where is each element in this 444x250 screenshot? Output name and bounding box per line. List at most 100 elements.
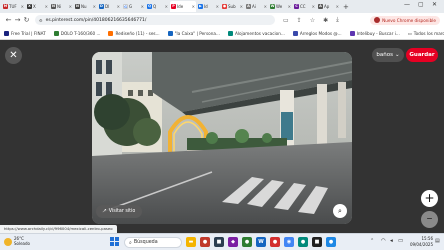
app-9-icon[interactable]: ■ [312,237,322,247]
taskbar-search[interactable]: ⌕ Búsqueda [124,237,182,248]
cast-icon[interactable]: ▭ [283,17,289,24]
app-5-icon[interactable]: W [256,237,266,247]
app-10-icon[interactable]: ● [326,237,336,247]
tab-favicon-icon: ▶ [198,4,203,9]
browser-tab[interactable]: Q Q ✕ [146,1,169,12]
weather-text: 26°C Soleado [14,236,30,246]
extensions-icon[interactable]: ✱ [323,17,328,24]
app-3-icon[interactable]: ◆ [228,237,238,247]
all-bookmarks-button[interactable]: ▭Todos los marcadores [408,31,444,36]
battery-icon[interactable]: ▭ [398,238,403,244]
bookmark-favicon-icon [227,30,233,36]
visit-site-button[interactable]: ↗ Visitar sitio [96,205,142,218]
bookmark-label: Arreglos Modos @... [299,30,342,36]
tab-favicon-icon: A [318,4,323,9]
close-tab-icon[interactable]: ✕ [312,4,315,9]
volume-icon[interactable]: ◂ [390,238,393,244]
app-4-icon[interactable]: ● [242,237,252,247]
browser-tab[interactable]: N Nu ✕ [74,1,97,12]
clock[interactable]: 15:56 09/04/2025 [405,236,433,247]
bookmark-favicon-icon [53,30,59,36]
browser-tab[interactable]: D Dl ✕ [98,1,121,12]
tab-favicon-icon: M [3,4,8,9]
close-tab-icon[interactable]: ✕ [141,4,144,9]
close-tab-icon[interactable]: ✕ [45,4,48,9]
back-button[interactable]: ← [4,16,13,24]
close-tab-icon[interactable]: ✕ [165,4,168,9]
bookmark-favicon-icon [167,30,173,36]
app-6-icon[interactable]: ● [270,237,280,247]
app-2-icon[interactable]: ■ [214,237,224,247]
bookmark-label: Alojamentos vacacion... [234,30,285,36]
reload-button[interactable]: ↻ [22,16,31,24]
tray-chevron-up-icon[interactable]: ⌃ [370,238,374,244]
browser-tab[interactable]: ● Sub ✕ [221,1,244,12]
zoom-out-button[interactable]: – [421,211,438,228]
tab-favicon-icon: Q [147,4,152,9]
maximize-button[interactable]: ▢ [418,1,424,8]
chrome-icon[interactable]: ◉ [284,237,294,247]
pin-image[interactable] [92,52,352,224]
forward-button[interactable]: → [13,16,22,24]
close-tab-icon[interactable]: ✕ [69,4,72,9]
close-tab-icon[interactable]: ✕ [336,4,339,9]
browser-tab[interactable]: M TUF ✕ [2,1,25,12]
close-tab-icon[interactable]: ✕ [216,4,219,9]
bookmark-item[interactable]: Intelibuy - Buscar i... [349,30,400,36]
windows-start-icon[interactable] [110,237,120,247]
close-tab-icon[interactable]: ✕ [21,4,24,9]
close-tab-icon[interactable]: ✕ [117,4,120,9]
close-window-button[interactable]: ✕ [432,1,437,8]
tab-title: Nu [81,4,87,9]
bookmark-item[interactable]: DOLO T-160/360 ... [53,30,100,36]
chrome-update-label: Nuevo Chrome disponible [382,17,436,23]
save-button[interactable]: Guardar [406,48,438,62]
tab-favicon-icon: A [246,4,251,9]
board-select-button[interactable]: baños ⌄ [372,48,404,62]
bookmark-item[interactable]: Free Trial | FINAT [4,30,46,36]
close-pin-button[interactable]: ✕ [5,47,22,64]
clock-date: 09/04/2025 [409,241,433,247]
bookmark-label: "la Caixa" | Persona... [174,30,220,36]
close-tab-icon[interactable]: ✕ [192,4,195,9]
bookmark-star-icon[interactable]: ☆ [310,17,315,24]
bookmark-label: Intelibuy - Buscar i... [356,30,400,36]
close-tab-icon[interactable]: ✕ [240,4,243,9]
bookmark-item[interactable]: "la Caixa" | Persona... [167,30,220,36]
bookmark-item[interactable]: Arreglos Modos @... [292,30,342,36]
browser-tab[interactable]: N Ni ✕ [50,1,73,12]
close-tab-icon[interactable]: ✕ [288,4,291,9]
weather-widget[interactable]: 26°C Soleado [4,236,30,246]
pin-closeup-overlay: ✕ baños ⌄ Guardar ↗ Visitar sitio ⌕ + – … [0,40,444,233]
bookmark-item[interactable]: Rediseño (11) - ses... [108,30,160,36]
new-tab-button[interactable]: + [343,3,349,11]
app-8-icon[interactable]: ● [298,237,308,247]
tab-title: Q [153,4,157,9]
zoom-in-button[interactable]: + [421,190,438,207]
bookmark-favicon-icon [349,30,355,36]
notifications-icon[interactable]: ▤ [435,238,440,244]
browser-tab[interactable]: A Ap ✕ [317,1,340,12]
street-scene-illustration [92,52,352,224]
browser-tab[interactable]: A Ai ✕ [245,1,268,12]
site-info-icon[interactable]: ⚙ [39,18,43,23]
wifi-icon[interactable]: ◠ [381,238,386,244]
visual-search-icon[interactable]: ⌕ [333,204,347,218]
browser-tab[interactable]: P Ide ✕ [170,1,196,12]
share-icon[interactable]: ⇪ [297,17,302,24]
close-tab-icon[interactable]: ✕ [93,4,96,9]
browser-tab[interactable]: ▶ Id ✕ [197,1,220,12]
bookmark-item[interactable]: Alojamentos vacacion... [227,30,285,36]
browser-tab[interactable]: X X ✕ [26,1,49,12]
address-bar[interactable]: ⚙ es.pinterest.com/pin/40180621663564677… [35,15,275,25]
minimize-button[interactable]: — [404,1,410,8]
app-1-icon[interactable]: ● [200,237,210,247]
tab-title: Ni [57,4,62,9]
chrome-update-button[interactable]: Nuevo Chrome disponible [370,15,440,25]
browser-tab[interactable]: G G ✕ [122,1,145,12]
browser-tab[interactable]: C CC ✕ [293,1,316,12]
browser-tab[interactable]: W We ✕ [269,1,292,12]
download-icon[interactable]: ⤓ [336,16,339,24]
file-explorer-icon[interactable]: ▬ [186,237,196,247]
close-tab-icon[interactable]: ✕ [264,4,267,9]
